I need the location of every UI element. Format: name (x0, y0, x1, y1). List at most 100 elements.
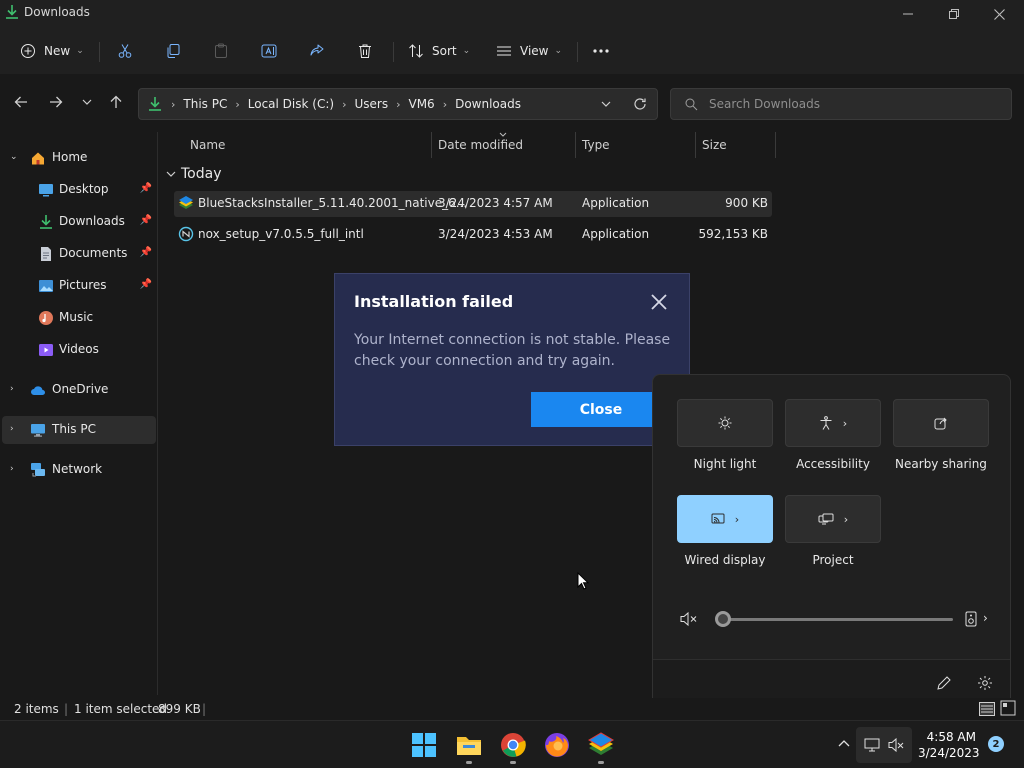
tile-label: Wired display (684, 553, 766, 567)
column-divider[interactable] (575, 132, 576, 158)
close-window-button[interactable] (976, 0, 1022, 28)
start-button[interactable] (410, 731, 438, 759)
chevron-up-icon[interactable] (838, 739, 850, 747)
dialog-close-button[interactable]: Close (531, 392, 671, 427)
chevron-right-icon[interactable]: › (10, 464, 14, 474)
status-items-count: 2 items (14, 702, 59, 716)
share-button[interactable] (309, 36, 325, 66)
sidebar-item-desktop[interactable]: Desktop 📌 (2, 176, 156, 204)
delete-button[interactable] (357, 36, 373, 66)
taskbar-file-explorer[interactable] (455, 731, 483, 764)
volume-slider-track[interactable] (721, 618, 953, 621)
chevron-right-icon: › (442, 97, 448, 111)
column-header-name[interactable]: Name (190, 132, 225, 158)
column-header-size[interactable]: Size (702, 132, 727, 158)
recent-locations-button[interactable] (75, 90, 99, 114)
column-divider[interactable] (695, 132, 696, 158)
view-icon (497, 46, 511, 56)
nearby-sharing-toggle[interactable] (893, 399, 989, 447)
pin-icon: 📌 (139, 215, 152, 226)
sidebar-item-documents[interactable]: Documents 📌 (2, 240, 156, 268)
project-toggle[interactable]: › (785, 495, 881, 543)
search-input[interactable] (709, 95, 999, 113)
minimize-button[interactable] (885, 0, 931, 28)
column-header-date-modified[interactable]: Date modified (438, 132, 523, 158)
column-header-label: Date modified (438, 138, 524, 152)
accessibility-toggle[interactable]: › (785, 399, 881, 447)
close-icon[interactable] (649, 292, 669, 312)
command-bar: New ⌄ Sort ⌄ View ⌄ (0, 28, 1024, 74)
speaker-device-icon[interactable] (965, 611, 977, 627)
up-button[interactable] (104, 90, 128, 114)
gear-icon[interactable] (977, 675, 993, 691)
sidebar-item-downloads[interactable]: Downloads 📌 (2, 208, 156, 236)
column-divider[interactable] (431, 132, 432, 158)
clock-date: 3/24/2023 (918, 746, 980, 760)
chevron-down-icon[interactable] (601, 101, 611, 107)
quick-settings-panel: Night light › Accessibility Nearby shari… (652, 374, 1011, 706)
group-header-today[interactable]: Today (166, 166, 222, 182)
clock-time: 4:58 AM (926, 730, 976, 744)
edit-pencil-icon[interactable] (936, 675, 952, 691)
address-row: › This PC › Local Disk (C:) › Users › VM… (0, 74, 1024, 132)
taskbar-clock[interactable]: 4:58 AM 3/24/2023 (918, 729, 980, 761)
sidebar-item-pictures[interactable]: Pictures 📌 (2, 272, 156, 300)
dialog-title: Installation failed (354, 292, 514, 311)
volume-slider-thumb[interactable] (715, 611, 731, 627)
breadcrumb-this-pc[interactable]: This PC (183, 97, 227, 111)
downloads-icon (40, 215, 52, 229)
back-button[interactable] (9, 90, 33, 114)
column-header-type[interactable]: Type (582, 132, 610, 158)
details-view-icon[interactable] (979, 702, 995, 716)
chevron-right-icon: › (843, 512, 849, 526)
firefox-icon (545, 733, 569, 757)
restore-button[interactable] (931, 0, 977, 28)
running-indicator (466, 761, 472, 764)
sort-button[interactable]: Sort ⌄ (408, 36, 470, 66)
taskbar-bluestacks[interactable] (587, 731, 615, 764)
cut-button[interactable] (117, 36, 133, 66)
taskbar-chrome[interactable] (499, 731, 527, 764)
breadcrumb-downloads[interactable]: Downloads (455, 97, 521, 111)
refresh-icon[interactable] (633, 97, 647, 111)
sidebar-item-videos[interactable]: Videos (2, 336, 156, 364)
file-row-bluestacks[interactable]: BlueStacksInstaller_5.11.40.2001_native_… (174, 191, 772, 217)
tray-network-volume-button[interactable] (856, 727, 912, 763)
breadcrumb-local-disk[interactable]: Local Disk (C:) (248, 97, 334, 111)
file-date: 3/24/2023 4:53 AM (438, 227, 553, 241)
sidebar-item-network[interactable]: › Network (2, 456, 156, 484)
sidebar-item-home[interactable]: ⌄ Home (2, 144, 156, 172)
sidebar-item-onedrive[interactable]: › OneDrive (2, 376, 156, 404)
chevron-right-icon[interactable]: › (983, 611, 988, 625)
file-row-nox[interactable]: nox_setup_v7.0.5.5_full_intl 3/24/2023 4… (174, 222, 772, 248)
volume-muted-icon[interactable] (680, 611, 698, 627)
file-type: Application (582, 227, 650, 241)
search-box[interactable] (670, 88, 1012, 120)
view-button[interactable]: View ⌄ (496, 36, 562, 66)
more-options-button[interactable] (592, 36, 610, 66)
night-light-toggle[interactable] (677, 399, 773, 447)
breadcrumb-vm6[interactable]: VM6 (408, 97, 434, 111)
paste-button[interactable] (213, 36, 229, 66)
chevron-down-icon[interactable]: ⌄ (10, 152, 18, 162)
column-divider[interactable] (775, 132, 776, 158)
share-icon (310, 44, 324, 56)
tiles-view-icon[interactable] (1000, 700, 1016, 716)
taskbar-firefox[interactable] (543, 731, 571, 759)
downloads-icon (149, 97, 161, 111)
wired-display-toggle[interactable]: › (677, 495, 773, 543)
sidebar-item-this-pc[interactable]: › This PC (2, 416, 156, 444)
sidebar-item-label: Network (52, 462, 103, 476)
nearby-sharing-icon (934, 417, 947, 430)
breadcrumb-users[interactable]: Users (354, 97, 388, 111)
sidebar-item-music[interactable]: Music (2, 304, 156, 332)
address-bar[interactable]: › This PC › Local Disk (C:) › Users › VM… (138, 88, 658, 120)
forward-button[interactable] (44, 90, 68, 114)
rename-button[interactable] (261, 36, 279, 66)
chevron-right-icon[interactable]: › (10, 384, 14, 394)
new-button[interactable]: New ⌄ (20, 36, 84, 66)
installation-failed-dialog: Installation failed Your Internet connec… (334, 273, 690, 446)
notification-badge[interactable]: 2 (988, 736, 1004, 752)
copy-button[interactable] (165, 36, 181, 66)
chevron-right-icon[interactable]: › (10, 424, 14, 434)
